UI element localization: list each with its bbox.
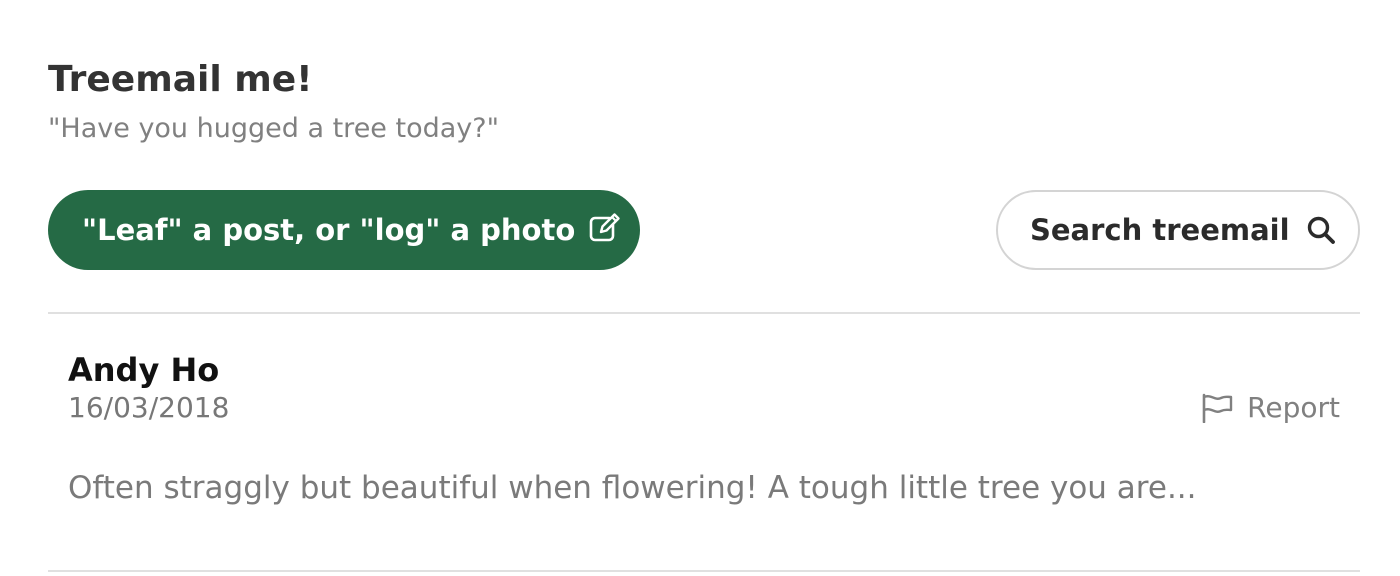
page-subtitle: "Have you hugged a tree today?" <box>48 113 500 144</box>
treemail-panel: Treemail me! "Have you hugged a tree tod… <box>48 0 1360 576</box>
report-link[interactable]: Report <box>1201 390 1340 426</box>
flag-icon <box>1201 393 1233 423</box>
edit-icon <box>589 212 621 242</box>
leaf-post-button[interactable]: "Leaf" a post, or "log" a photo <box>48 190 640 270</box>
page-title: Treemail me! <box>48 59 313 100</box>
report-label: Report <box>1247 391 1340 424</box>
post-body: Often straggly but beautiful when flower… <box>68 470 1197 506</box>
search-treemail-button[interactable]: Search treemail <box>996 190 1360 270</box>
search-icon <box>1306 215 1336 245</box>
leaf-post-button-label: "Leaf" a post, or "log" a photo <box>82 213 576 247</box>
divider <box>48 570 1360 572</box>
post-author: Andy Ho <box>68 351 220 389</box>
search-treemail-button-label: Search treemail <box>1030 213 1290 247</box>
post-date: 16/03/2018 <box>68 391 230 424</box>
post-item: Andy Ho 16/03/2018 Report Often straggly… <box>68 314 1340 570</box>
